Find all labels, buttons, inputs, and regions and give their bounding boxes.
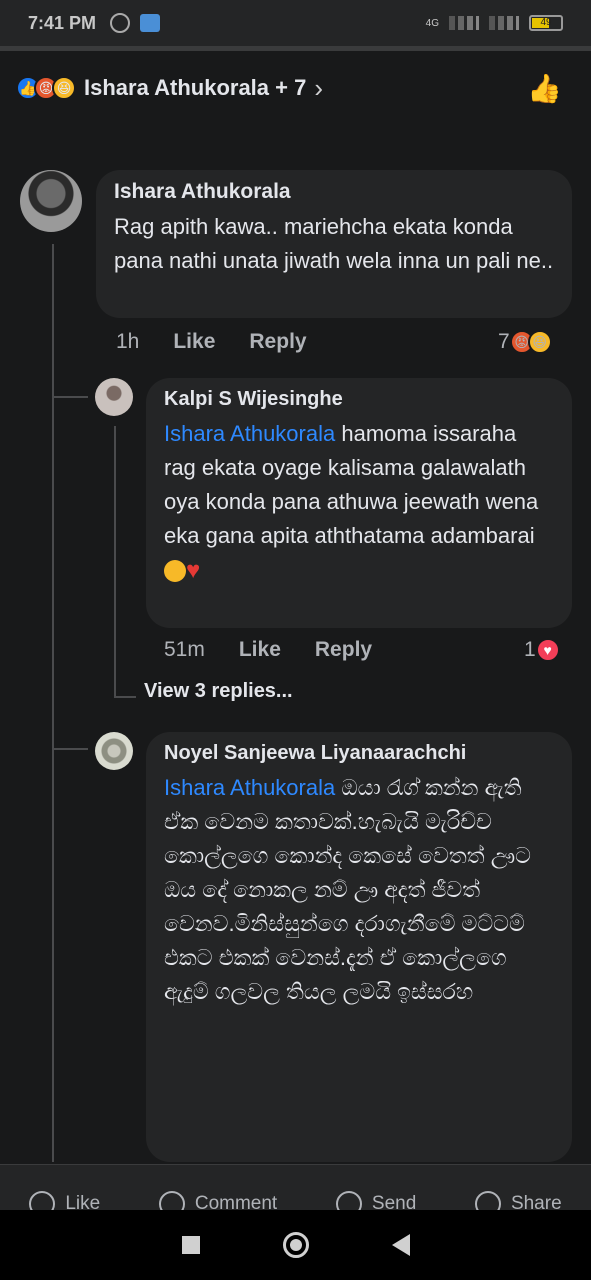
send-button[interactable]: Send xyxy=(335,1191,417,1210)
comment-text: Rag apith kawa.. mariehcha ekata konda p… xyxy=(114,214,554,273)
comment-meta: 1h Like Reply xyxy=(116,330,341,354)
thumbs-up-icon xyxy=(29,1191,56,1210)
thread-line-nested xyxy=(114,426,116,698)
chevron-right-icon: › xyxy=(314,72,324,103)
app-notification-icon xyxy=(140,14,161,32)
avatar[interactable] xyxy=(95,378,133,416)
comment-author[interactable]: Kalpi S Wijesinghe xyxy=(164,388,554,411)
signal-icon-2 xyxy=(489,16,519,30)
alarm-icon xyxy=(110,13,131,33)
thread-line xyxy=(52,244,54,1162)
haha-icon: 😆 xyxy=(52,76,76,100)
like-comment-button[interactable]: Like xyxy=(239,638,281,662)
comment-button[interactable]: Comment xyxy=(158,1191,278,1210)
network-type: 4G xyxy=(425,17,439,29)
battery-icon: 49 xyxy=(529,15,563,31)
reactor-names: Ishara Athukorala + 7 xyxy=(84,75,307,100)
reaction-count: 7 xyxy=(498,330,510,353)
battery-level: 49 xyxy=(540,17,552,28)
messenger-icon xyxy=(335,1191,362,1210)
thread-line-branch xyxy=(52,396,88,398)
comment-time: 1h xyxy=(116,330,140,353)
mention-link[interactable]: Ishara Athukorala xyxy=(164,421,335,446)
heart-icon: ♥ xyxy=(186,557,201,585)
mention-link[interactable]: Ishara Athukorala xyxy=(164,775,335,800)
share-button[interactable]: Share xyxy=(474,1191,562,1210)
comment-text: ඔයා රැග් කන්න ඇති ඒක වෙනම කතාවක්.හැබැයි … xyxy=(164,775,531,1004)
send-label: Send xyxy=(371,1193,417,1210)
share-icon xyxy=(474,1191,501,1210)
view-replies-link[interactable]: View 3 replies... xyxy=(144,680,293,703)
home-button[interactable] xyxy=(282,1232,309,1258)
like-button[interactable]: Like xyxy=(29,1191,100,1210)
sleepy-face-icon xyxy=(164,560,186,583)
comment-bubble[interactable]: Noyel Sanjeewa Liyanaarachchi Ishara Ath… xyxy=(146,732,572,1162)
signal-icon xyxy=(449,16,479,30)
thread-line-branch xyxy=(52,748,88,750)
comment-text-container: Ishara Athukorala hamoma issaraha rag ek… xyxy=(164,417,554,587)
haha-icon: 😆 xyxy=(527,330,552,354)
avatar[interactable] xyxy=(20,170,82,232)
comment-label: Comment xyxy=(194,1193,278,1210)
avatar[interactable] xyxy=(95,732,133,770)
status-time: 7:41 PM xyxy=(28,12,97,33)
system-nav-bar xyxy=(0,1210,591,1280)
reaction-count: 1 xyxy=(524,638,536,661)
comment-bubble[interactable]: Ishara Athukorala Rag apith kawa.. marie… xyxy=(96,170,572,318)
thread-line-nested-branch xyxy=(114,696,136,698)
divider xyxy=(0,46,591,51)
recents-button[interactable] xyxy=(181,1236,200,1254)
like-comment-button[interactable]: Like xyxy=(173,330,215,354)
back-button[interactable] xyxy=(391,1234,410,1256)
comment-meta: 51m Like Reply xyxy=(164,638,406,662)
share-label: Share xyxy=(510,1193,562,1210)
like-post-button[interactable]: 👍 xyxy=(527,72,562,105)
reply-button[interactable]: Reply xyxy=(315,638,372,662)
post-action-bar: Like Comment Send Share xyxy=(0,1164,591,1210)
love-icon: ♥ xyxy=(535,638,560,662)
reactions-summary[interactable]: 👍 😡 😆 Ishara Athukorala + 7 › 👍 xyxy=(16,68,576,108)
status-bar: 7:41 PM 4G 49 xyxy=(0,0,591,46)
comment-bubble[interactable]: Kalpi S Wijesinghe Ishara Athukorala ham… xyxy=(146,378,572,628)
comment-reactions[interactable]: 7 😡 😆 xyxy=(498,330,552,354)
comment-text-container: Ishara Athukorala ඔයා රැග් කන්න ඇති ඒක ව… xyxy=(164,771,554,1009)
comment-icon xyxy=(158,1191,185,1210)
comment-author[interactable]: Noyel Sanjeewa Liyanaarachchi xyxy=(164,742,554,765)
comment-author[interactable]: Ishara Athukorala xyxy=(114,180,554,204)
comment-reactions[interactable]: 1 ♥ xyxy=(524,638,560,662)
like-label: Like xyxy=(65,1193,101,1210)
comment-time: 51m xyxy=(164,638,205,661)
reply-button[interactable]: Reply xyxy=(249,330,306,354)
